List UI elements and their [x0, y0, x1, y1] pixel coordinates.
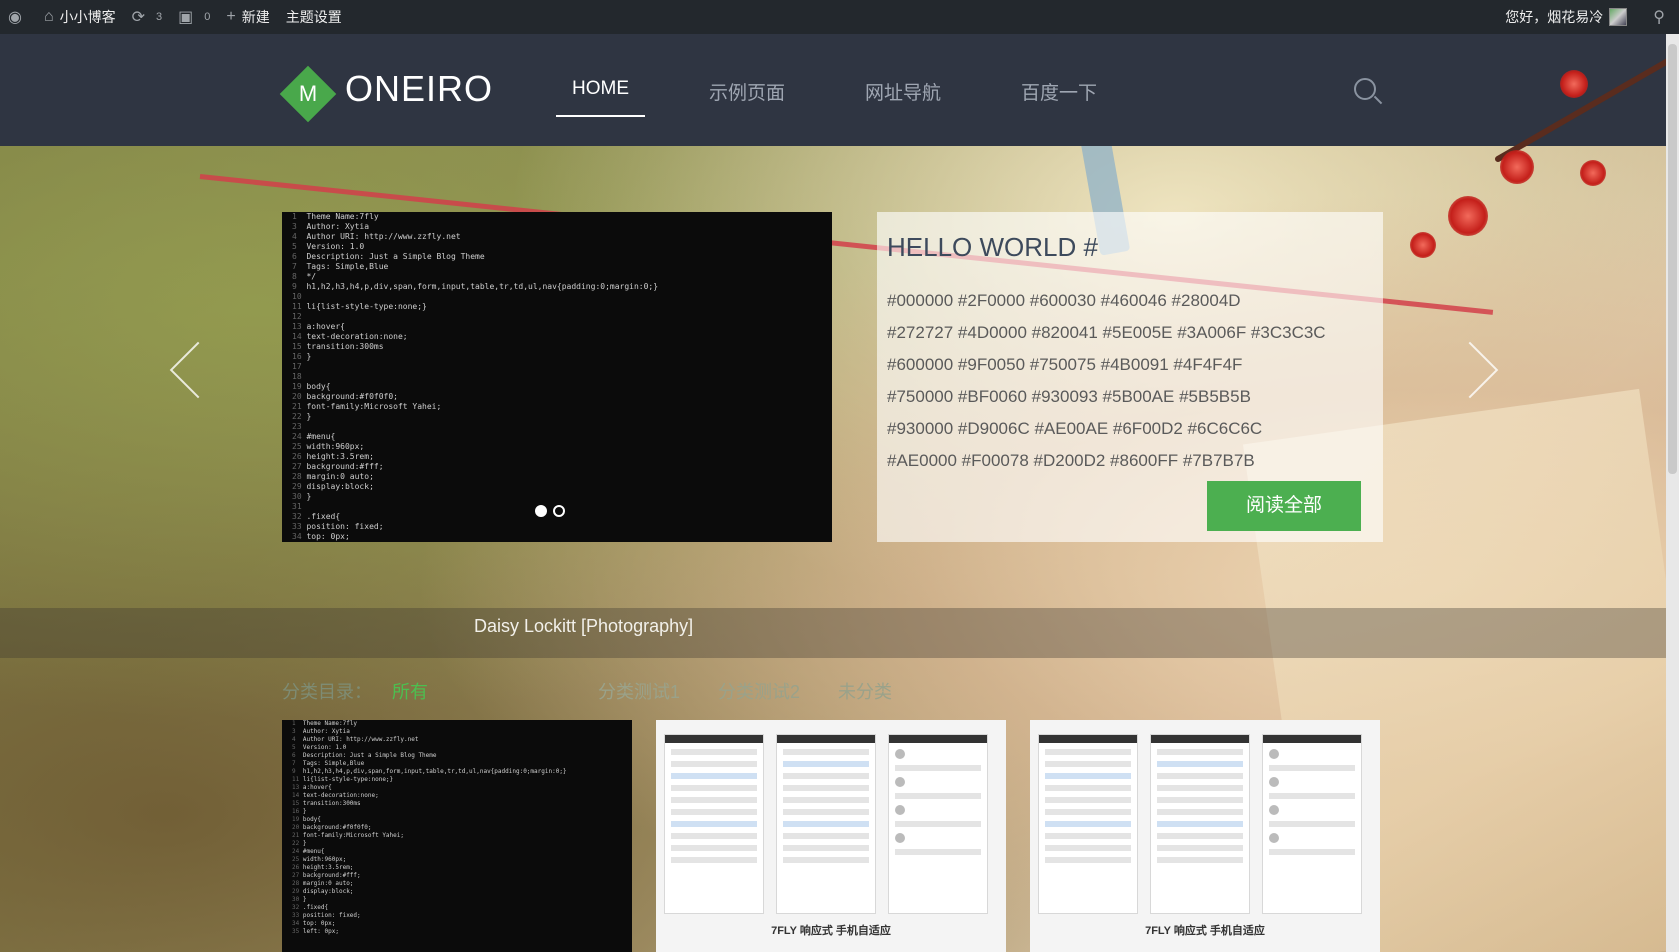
slide-body-line: #930000 #D9006C #AE00AE #6F00D2 #6C6C6C: [887, 419, 1263, 438]
site-name: 小小博客: [59, 9, 116, 25]
account-menu[interactable]: 您好，烟花易冷: [1497, 0, 1645, 34]
wp-admin-bar: ◉ ⌂ 小小博客 ⟳ 3 ▣ 0 + 新建 主题设置 您好，烟花易冷 ⚲: [0, 0, 1679, 34]
home-icon: ⌂: [43, 8, 54, 25]
plum-flower: [1448, 196, 1488, 236]
thumbnail-caption: 7FLY 响应式 手机自适应: [771, 925, 891, 937]
category-item[interactable]: 未分类: [838, 678, 892, 704]
nav-item-home[interactable]: HOME: [556, 70, 645, 117]
slider-dot-1[interactable]: [535, 505, 547, 517]
slide-body-line: #600000 #9F0050 #750075 #4B0091 #4F4F4F: [887, 355, 1243, 374]
nav-item-baidu[interactable]: 百度一下: [1005, 70, 1113, 117]
updates-count: 3: [156, 11, 163, 23]
phone-mockup: [1038, 734, 1138, 914]
category-filter: 分类目录： 所有 分类测试1 分类测试2 未分类: [282, 678, 930, 704]
logo-text[interactable]: ONEIRO: [345, 68, 493, 110]
category-item[interactable]: 分类测试1: [598, 678, 680, 704]
plum-flower: [1410, 232, 1436, 258]
code-screenshot: 1 Theme Name:7fly 3 Author: Xytia 4 Auth…: [292, 720, 567, 935]
nav-item-sample-page[interactable]: 示例页面: [693, 70, 801, 117]
category-label: 分类目录：: [282, 682, 372, 702]
slider-dots: [535, 505, 571, 517]
category-item[interactable]: 分类测试2: [718, 678, 800, 704]
phone-mockup: [1150, 734, 1250, 914]
read-more-button[interactable]: 阅读全部: [1207, 481, 1361, 531]
category-all[interactable]: 所有: [392, 678, 428, 704]
slide-body: #000000 #2F0000 #600030 #460046 #28004D …: [887, 285, 1373, 477]
greeting: 您好，烟花易冷: [1505, 9, 1604, 25]
slide-body-line: #AE0000 #F00078 #D200D2 #8600FF #7B7B7B: [887, 451, 1255, 470]
refresh-icon: ⟳: [131, 9, 146, 26]
phone-mockup: [664, 734, 764, 914]
comments-count: 0: [204, 11, 211, 23]
credit-strip: [0, 608, 1679, 658]
adminbar-right: 您好，烟花易冷 ⚲: [1497, 0, 1679, 34]
wp-logo-button[interactable]: ◉: [0, 0, 36, 34]
slide-image[interactable]: 1 Theme Name:7fly 3 Author: Xytia 4 Auth…: [282, 212, 832, 542]
code-screenshot: 1 Theme Name:7fly 3 Author: Xytia 4 Auth…: [292, 212, 659, 541]
slide-body-line: #750000 #BF0060 #930093 #5B00AE #5B5B5B: [887, 387, 1251, 406]
comments-link[interactable]: ▣ 0: [170, 0, 218, 34]
slider-dot-2[interactable]: [553, 505, 565, 517]
plum-flower: [1560, 70, 1588, 98]
wordpress-icon: ◉: [8, 9, 22, 26]
slide-body-line: #000000 #2F0000 #600030 #460046 #28004D: [887, 291, 1241, 310]
avatar: [1609, 8, 1628, 26]
phone-mockup: [888, 734, 988, 914]
main-nav: HOME 示例页面 网址导航 百度一下: [556, 70, 1161, 117]
nav-item-url-nav[interactable]: 网址导航: [849, 70, 957, 117]
scrollbar-thumb[interactable]: [1668, 44, 1677, 474]
site-name-link[interactable]: ⌂ 小小博客: [36, 0, 124, 34]
plum-flower: [1500, 150, 1534, 184]
photo-credit: Daisy Lockitt [Photography]: [474, 616, 694, 636]
theme-settings-link[interactable]: 主题设置: [278, 0, 350, 34]
search-icon[interactable]: [1354, 78, 1376, 100]
logo-letter: M: [298, 81, 318, 106]
page-scrollbar[interactable]: [1666, 34, 1679, 952]
plum-flower: [1580, 160, 1606, 186]
plus-icon: +: [226, 8, 236, 25]
phone-mockup: [776, 734, 876, 914]
thumbnail-caption: 7FLY 响应式 手机自适应: [1145, 925, 1265, 937]
theme-settings-label: 主题设置: [285, 9, 342, 25]
new-label: 新建: [241, 9, 270, 25]
search-icon: ⚲: [1653, 9, 1665, 26]
post-thumbnail[interactable]: 1 Theme Name:7fly 3 Author: Xytia 4 Auth…: [282, 720, 632, 952]
slide-body-line: #272727 #4D0000 #820041 #5E005E #3A006F …: [887, 323, 1326, 342]
updates-link[interactable]: ⟳ 3: [124, 0, 171, 34]
adminbar-search-button[interactable]: ⚲: [1645, 0, 1679, 34]
slide-title[interactable]: HELLO WORLD #: [887, 232, 1373, 263]
new-content-link[interactable]: + 新建: [218, 0, 277, 34]
phone-mockup: [1262, 734, 1362, 914]
post-thumbnail[interactable]: 7FLY 响应式 手机自适应: [1030, 720, 1380, 952]
post-thumbnail[interactable]: 7FLY 响应式 手机自适应: [656, 720, 1006, 952]
comment-icon: ▣: [178, 9, 194, 26]
